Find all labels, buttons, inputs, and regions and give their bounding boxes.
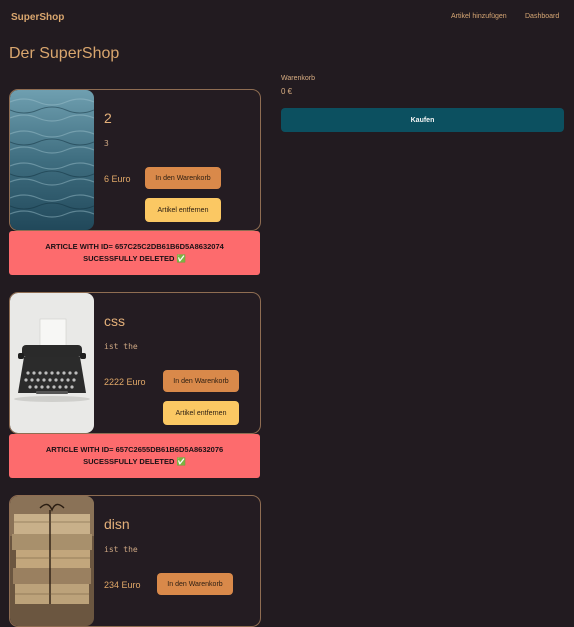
cart-total: 0 € — [281, 87, 293, 96]
add-to-cart-button[interactable]: In den Warenkorb — [157, 573, 233, 595]
product-price: 2222 Euro — [104, 377, 146, 387]
delete-success-alert: ARTICLE WITH ID= 657C25C2DB61B6D5A863207… — [9, 231, 260, 275]
product-card: 2 3 6 Euro In den Warenkorb Artikel entf… — [9, 89, 261, 231]
remove-article-button[interactable]: Artikel entfernen — [145, 198, 221, 222]
top-navbar: SuperShop Artikel hinzufügen Dashboard — [0, 0, 574, 34]
product-image-typewriter — [10, 293, 94, 433]
buy-button[interactable]: Kaufen — [281, 108, 564, 132]
product-image-ocean — [10, 90, 94, 230]
nav-dashboard-link[interactable]: Dashboard — [525, 13, 559, 20]
page-title: Der SuperShop — [9, 45, 120, 62]
product-price: 6 Euro — [104, 174, 131, 184]
nav-add-article-link[interactable]: Artikel hinzufügen — [451, 13, 507, 20]
remove-article-button[interactable]: Artikel entfernen — [163, 401, 239, 425]
product-description: 3 — [104, 139, 109, 148]
cart-label: Warenkorb — [281, 75, 315, 82]
product-title: 2 — [104, 110, 112, 126]
product-card: css ist the 2222 Euro In den Warenkorb A… — [9, 292, 261, 434]
product-title: disn — [104, 516, 130, 532]
product-title: css — [104, 313, 125, 329]
product-description: ist the — [104, 342, 138, 351]
product-image-books — [10, 496, 94, 626]
alert-text: ARTICLE WITH ID= 657C2655DB61B6D5A863207… — [45, 445, 224, 466]
delete-success-alert: ARTICLE WITH ID= 657C2655DB61B6D5A863207… — [9, 434, 260, 478]
product-card: disn ist the 234 Euro In den Warenkorb — [9, 495, 261, 627]
add-to-cart-button[interactable]: In den Warenkorb — [163, 370, 239, 392]
add-to-cart-button[interactable]: In den Warenkorb — [145, 167, 221, 189]
alert-text: ARTICLE WITH ID= 657C25C2DB61B6D5A863207… — [45, 242, 224, 263]
brand-logo-text[interactable]: SuperShop — [11, 12, 64, 23]
product-description: ist the — [104, 545, 138, 554]
product-price: 234 Euro — [104, 580, 141, 590]
